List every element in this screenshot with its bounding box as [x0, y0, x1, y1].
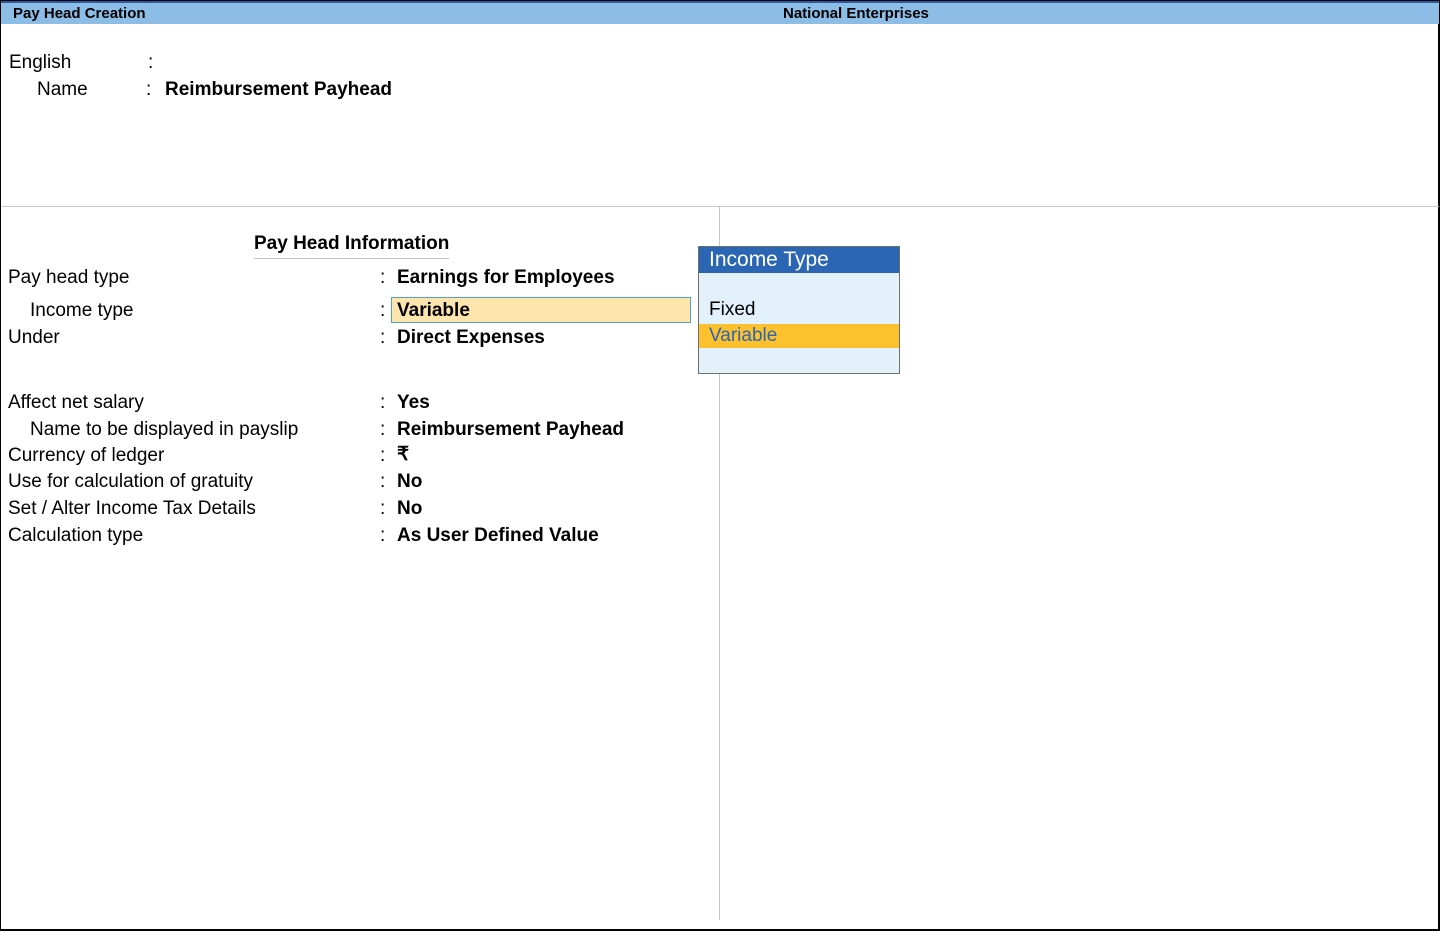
separator: : — [380, 445, 386, 466]
income-tax-field[interactable]: No — [397, 498, 422, 520]
separator: : — [146, 79, 152, 100]
company-name: National Enterprises — [783, 5, 929, 22]
payslip-name-field[interactable]: Reimbursement Payhead — [397, 419, 624, 441]
popup-option-variable[interactable]: Variable — [699, 324, 899, 348]
income-type-label: Income type — [30, 300, 134, 321]
separator: : — [380, 267, 386, 288]
window-frame — [0, 0, 1440, 931]
under-label: Under — [8, 327, 60, 348]
currency-label: Currency of ledger — [8, 445, 165, 466]
separator: : — [148, 52, 154, 73]
under-field[interactable]: Direct Expenses — [397, 327, 545, 349]
name-field[interactable]: Reimbursement Payhead — [165, 79, 392, 101]
currency-field[interactable]: ₹ — [397, 443, 409, 466]
screen-title: Pay Head Creation — [13, 5, 146, 22]
separator: : — [380, 327, 386, 348]
calculation-type-field[interactable]: As User Defined Value — [397, 525, 599, 547]
separator: : — [380, 419, 386, 440]
calculation-type-label: Calculation type — [8, 525, 144, 546]
affect-net-salary-label: Affect net salary — [8, 392, 144, 413]
separator: : — [380, 471, 386, 492]
income-type-field[interactable]: Variable — [391, 297, 691, 323]
separator: : — [380, 498, 386, 519]
separator: : — [380, 525, 386, 546]
section-divider — [1, 206, 1439, 207]
popup-option-fixed[interactable]: Fixed — [699, 298, 899, 322]
gratuity-field[interactable]: No — [397, 471, 422, 493]
popup-header: Income Type — [699, 247, 899, 273]
pay-head-type-field[interactable]: Earnings for Employees — [397, 267, 615, 289]
gratuity-label: Use for calculation of gratuity — [8, 471, 254, 492]
pay-head-type-label: Pay head type — [8, 267, 130, 288]
language-label: English — [9, 52, 72, 73]
payslip-name-label: Name to be displayed in payslip — [30, 419, 299, 440]
separator: : — [380, 300, 386, 321]
option-label: Fixed — [709, 299, 756, 320]
income-type-popup: Income Type Fixed Variable — [698, 246, 900, 374]
popup-title: Income Type — [709, 248, 829, 271]
option-label: Variable — [709, 325, 778, 346]
section-title: Pay Head Information — [254, 233, 450, 259]
separator: : — [380, 392, 386, 413]
affect-net-salary-field[interactable]: Yes — [397, 392, 430, 414]
name-label: Name — [37, 79, 88, 100]
income-tax-label: Set / Alter Income Tax Details — [8, 498, 256, 519]
income-type-value: Variable — [397, 300, 470, 321]
title-bar: Pay Head Creation National Enterprises — [1, 1, 1439, 24]
